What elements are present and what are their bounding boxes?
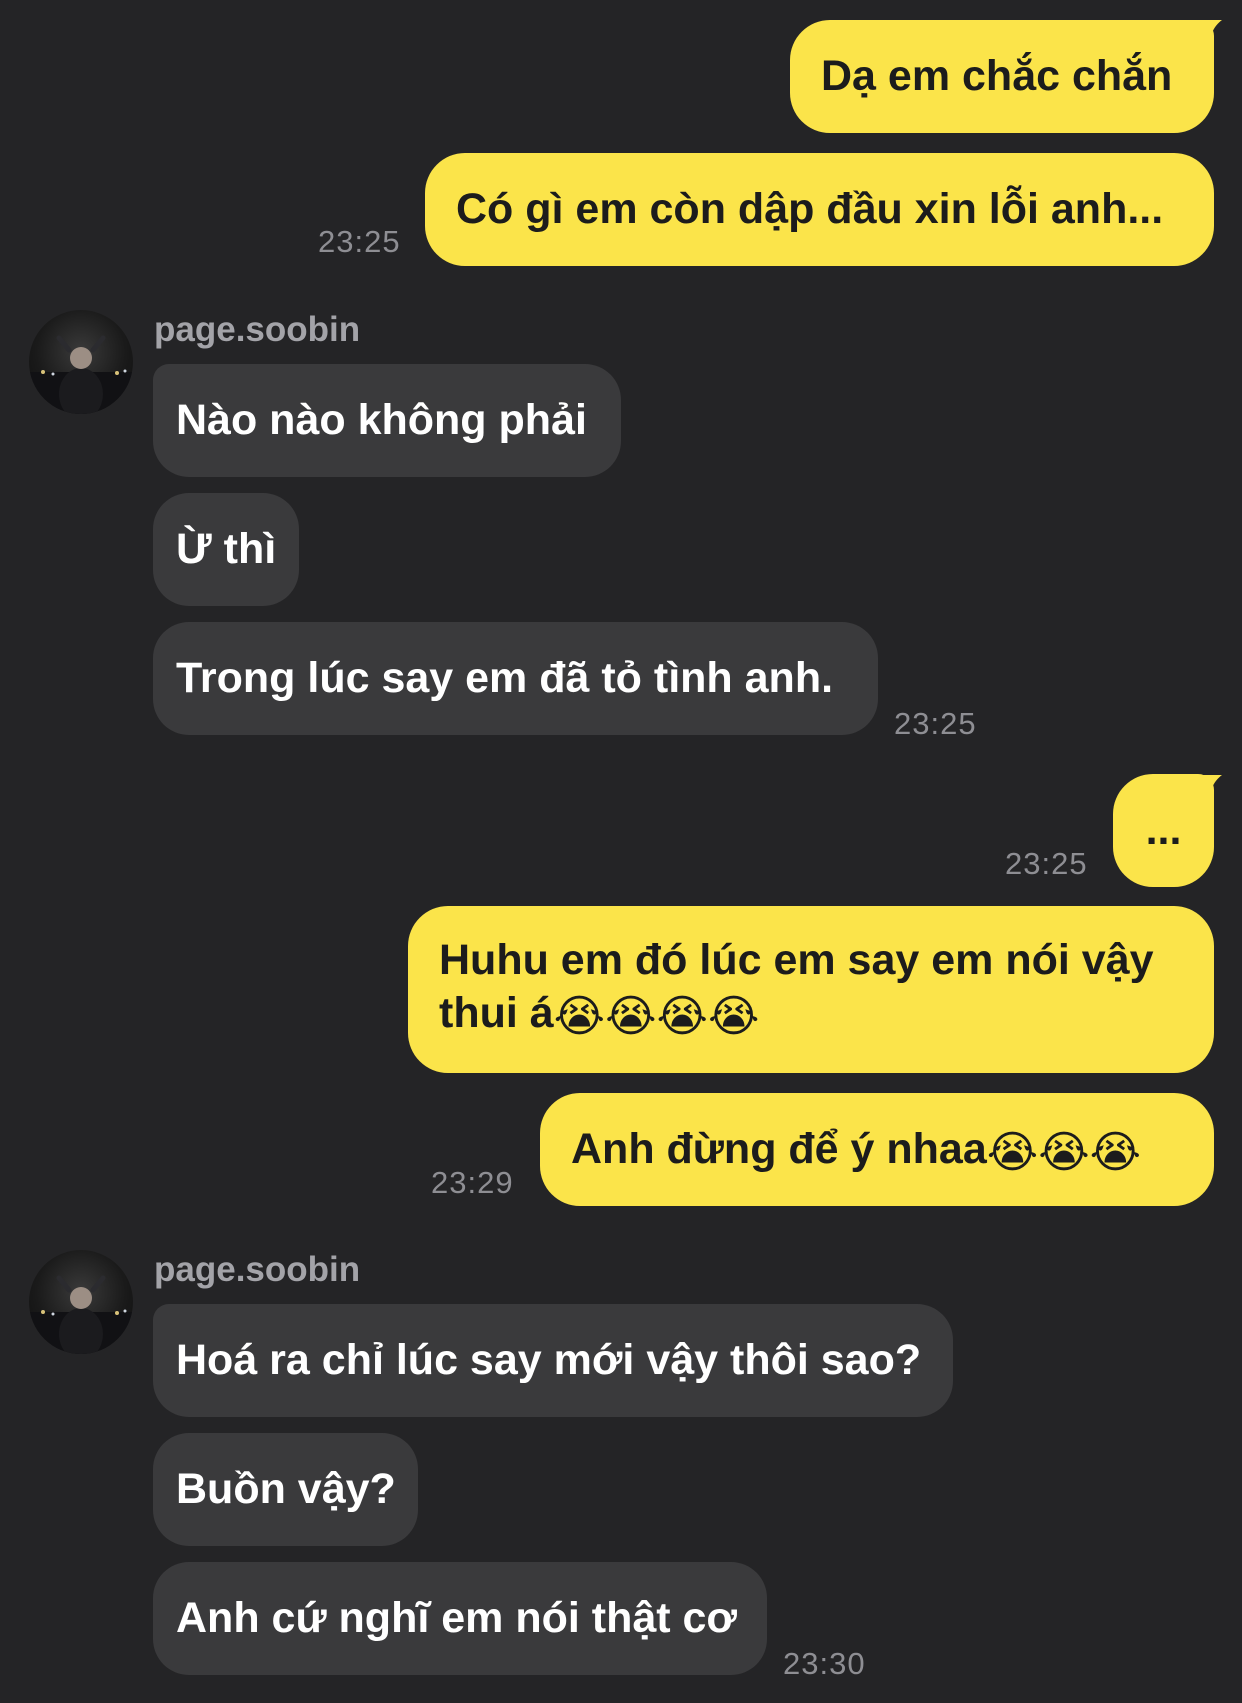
bubble-tail-icon	[1196, 20, 1222, 50]
sender-username[interactable]: page.soobin	[154, 310, 360, 350]
message-text: Dạ em chắc chắn	[821, 52, 1173, 100]
message-text: Hoá ra chỉ lúc say mới vậy thôi sao?	[176, 1336, 922, 1384]
loudly-crying-face-icon: 😭	[1038, 1128, 1090, 1177]
message-text: Ừ thì	[176, 525, 277, 573]
message-timestamp: 23:25	[894, 706, 977, 741]
sender-username[interactable]: page.soobin	[154, 1250, 360, 1290]
message-timestamp: 23:25	[1005, 846, 1088, 881]
message-timestamp: 23:29	[431, 1165, 514, 1200]
avatar[interactable]	[29, 1250, 133, 1354]
profile-photo-icon	[29, 1275, 133, 1354]
message-bubble-received[interactable]: Ừ thì	[153, 493, 299, 606]
message-bubble-received[interactable]: Nào nào không phải	[153, 364, 621, 477]
message-timestamp: 23:30	[783, 1646, 866, 1681]
message-bubble-sent[interactable]: Có gì em còn dập đầu xin lỗi anh...	[425, 153, 1214, 266]
loudly-crying-face-icon: 😭	[656, 992, 708, 1041]
avatar[interactable]	[29, 310, 133, 414]
message-text: Có gì em còn dập đầu xin lỗi anh...	[456, 185, 1164, 233]
message-bubble-sent[interactable]: Dạ em chắc chắn	[790, 20, 1214, 133]
loudly-crying-face-icon: 😭	[707, 992, 760, 1041]
message-bubble-received[interactable]: Hoá ra chỉ lúc say mới vậy thôi sao?	[153, 1304, 953, 1417]
loudly-crying-face-icon: 😭	[553, 992, 606, 1041]
message-text: Nào nào không phải	[176, 396, 587, 444]
message-text: Anh đừng để ý nhaa😭😭😭	[571, 1125, 1142, 1177]
message-text: Anh cứ nghĩ em nói thật cơ	[176, 1594, 737, 1642]
message-text: Buồn vậy?	[176, 1465, 396, 1513]
message-bubble-received[interactable]: Buồn vậy?	[153, 1433, 418, 1546]
profile-photo-icon	[29, 335, 133, 414]
message-bubble-received[interactable]: Trong lúc say em đã tỏ tình anh.	[153, 622, 878, 735]
bubble-tail-icon	[1196, 775, 1222, 805]
message-bubble-received[interactable]: Anh cứ nghĩ em nói thật cơ	[153, 1562, 767, 1675]
message-text: ...	[1145, 806, 1182, 854]
message-timestamp: 23:25	[318, 224, 401, 259]
message-bubble-sent[interactable]: Anh đừng để ý nhaa😭😭😭	[540, 1093, 1214, 1206]
message-text: Trong lúc say em đã tỏ tình anh.	[176, 654, 834, 702]
loudly-crying-face-icon: 😭	[1089, 1128, 1142, 1177]
message-bubble-sent[interactable]: Huhu em đó lúc em say em nói vậy thui á😭…	[408, 906, 1214, 1073]
message-text: Huhu em đó lúc em say em nói vậy thui á😭…	[439, 936, 1154, 1041]
loudly-crying-face-icon: 😭	[605, 992, 657, 1041]
loudly-crying-face-icon: 😭	[986, 1128, 1039, 1177]
chat-thread[interactable]: Dạ em chắc chắn Có gì em còn dập đầu xin…	[0, 0, 1242, 1703]
